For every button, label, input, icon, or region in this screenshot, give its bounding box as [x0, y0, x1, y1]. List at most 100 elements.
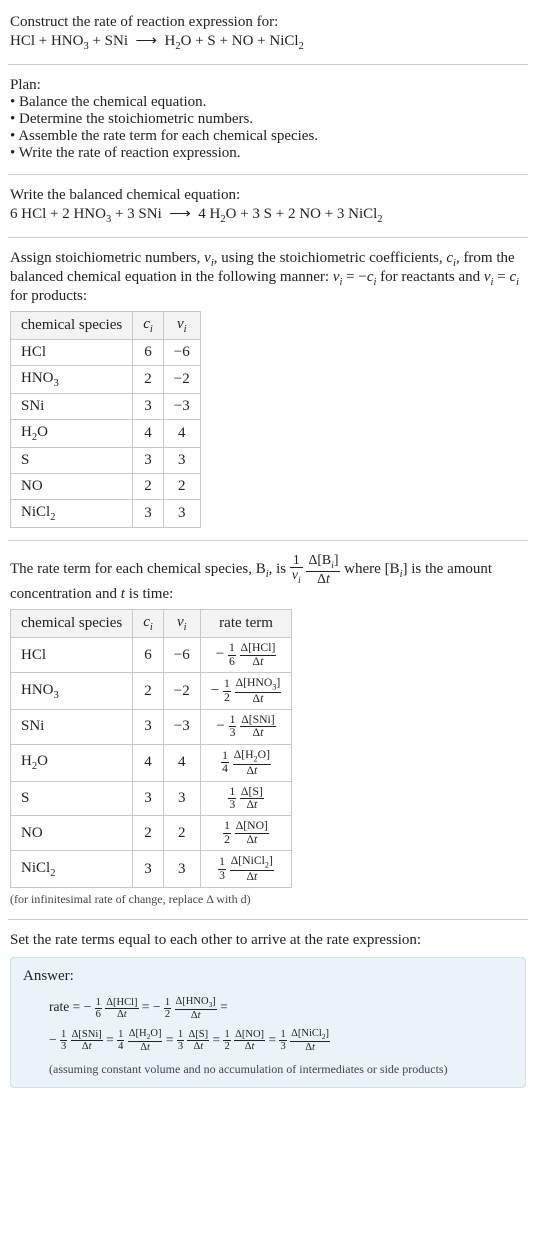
cell-ci: 4 [133, 420, 164, 448]
cell-species: HNO3 [11, 672, 133, 709]
plan-list: Balance the chemical equation. Determine… [10, 94, 526, 162]
table-row: NO 2 2 12 Δ[NO]Δt [11, 816, 292, 851]
table-row: H2O 4 4 14 Δ[H2O]Δt [11, 744, 292, 781]
cell-vi: 3 [163, 448, 200, 474]
answer-box: Answer: rate = − 16 Δ[HCl]Δt = − 12 Δ[HN… [10, 957, 526, 1088]
separator [8, 540, 528, 541]
balanced-label: Write the balanced chemical equation: [10, 187, 526, 204]
table-row: SNi 3 −3 [11, 394, 201, 420]
col-species: chemical species [11, 312, 133, 340]
cell-ci: 2 [133, 672, 164, 709]
stoich-table-body: HCl 6 −6 HNO3 2 −2 SNi 3 −3 H2O 4 4 S [11, 340, 201, 528]
cell-ci: 3 [133, 448, 164, 474]
rate-term-table: chemical species ci νi rate term HCl 6 −… [10, 609, 292, 888]
table-row: HCl 6 −6 [11, 340, 201, 366]
cell-vi: −6 [163, 638, 200, 673]
cell-vi: 3 [163, 851, 200, 888]
rate-table-body: HCl 6 −6 − 16 Δ[HCl]Δt HNO3 2 −2 − 12 Δ[… [11, 638, 292, 888]
cell-rate-term: 13 Δ[S]Δt [200, 781, 292, 816]
cell-ci: 3 [133, 710, 164, 745]
assign-text: Assign stoichiometric numbers, νi, using… [10, 250, 526, 305]
plan-label: Plan: [10, 77, 526, 94]
cell-species: NiCl2 [11, 851, 133, 888]
rate-table-footnote: (for infinitesimal rate of change, repla… [10, 892, 526, 907]
plan-item: Determine the stoichiometric numbers. [10, 111, 526, 128]
cell-vi: −3 [163, 710, 200, 745]
cell-ci: 3 [133, 851, 164, 888]
balanced-section: Write the balanced chemical equation: 6 … [8, 179, 528, 233]
set-equal-text: Set the rate terms equal to each other t… [10, 932, 526, 949]
cell-vi: 4 [163, 420, 200, 448]
cell-species: SNi [11, 394, 133, 420]
cell-vi: −6 [163, 340, 200, 366]
balanced-equation: 6 HCl + 2 HNO3 + 3 SNi ⟶ 4 H2O + 3 S + 2… [10, 204, 526, 225]
cell-rate-term: − 16 Δ[HCl]Δt [200, 638, 292, 673]
plan-item: Write the rate of reaction expression. [10, 145, 526, 162]
cell-species: SNi [11, 710, 133, 745]
rate-term-section: The rate term for each chemical species,… [8, 545, 528, 915]
cell-vi: 4 [163, 744, 200, 781]
cell-species: H2O [11, 744, 133, 781]
document-root: Construct the rate of reaction expressio… [0, 0, 536, 1106]
cell-species: HNO3 [11, 366, 133, 394]
plan-section: Plan: Balance the chemical equation. Det… [8, 69, 528, 170]
cell-species: NiCl2 [11, 500, 133, 528]
cell-vi: −3 [163, 394, 200, 420]
plan-item: Assemble the rate term for each chemical… [10, 128, 526, 145]
prompt-section: Construct the rate of reaction expressio… [8, 6, 528, 60]
separator [8, 174, 528, 175]
col-species: chemical species [11, 610, 133, 638]
rate-intro: The rate term for each chemical species,… [10, 553, 526, 603]
cell-species: HCl [11, 340, 133, 366]
cell-vi: −2 [163, 672, 200, 709]
table-row: HCl 6 −6 − 16 Δ[HCl]Δt [11, 638, 292, 673]
cell-ci: 2 [133, 474, 164, 500]
cell-species: S [11, 448, 133, 474]
cell-rate-term: − 12 Δ[HNO3]Δt [200, 672, 292, 709]
cell-rate-term: − 13 Δ[SNi]Δt [200, 710, 292, 745]
cell-species: NO [11, 474, 133, 500]
table-row: HNO3 2 −2 [11, 366, 201, 394]
cell-ci: 6 [133, 340, 164, 366]
answer-label: Answer: [23, 968, 513, 985]
cell-ci: 3 [133, 781, 164, 816]
set-equal-section: Set the rate terms equal to each other t… [8, 924, 528, 1096]
stoich-table: chemical species ci νi HCl 6 −6 HNO3 2 −… [10, 311, 201, 528]
cell-ci: 2 [133, 816, 164, 851]
cell-vi: 2 [163, 816, 200, 851]
cell-rate-term: 12 Δ[NO]Δt [200, 816, 292, 851]
table-row: S 3 3 13 Δ[S]Δt [11, 781, 292, 816]
cell-ci: 4 [133, 744, 164, 781]
answer-assumption: (assuming constant volume and no accumul… [49, 1062, 513, 1077]
separator [8, 919, 528, 920]
cell-species: H2O [11, 420, 133, 448]
assign-section: Assign stoichiometric numbers, νi, using… [8, 242, 528, 536]
separator [8, 237, 528, 238]
table-row: SNi 3 −3 − 13 Δ[SNi]Δt [11, 710, 292, 745]
cell-vi: 3 [163, 500, 200, 528]
separator [8, 64, 528, 65]
cell-species: NO [11, 816, 133, 851]
col-vi: νi [163, 610, 200, 638]
prompt-equation: HCl + HNO3 + SNi ⟶ H2O + S + NO + NiCl2 [10, 31, 526, 52]
cell-species: HCl [11, 638, 133, 673]
table-row: S 3 3 [11, 448, 201, 474]
col-ci: ci [133, 610, 164, 638]
cell-ci: 2 [133, 366, 164, 394]
cell-species: S [11, 781, 133, 816]
col-ci: ci [133, 312, 164, 340]
rate-intro-before: The rate term for each chemical species,… [10, 561, 290, 577]
cell-ci: 3 [133, 394, 164, 420]
cell-ci: 3 [133, 500, 164, 528]
cell-vi: 2 [163, 474, 200, 500]
cell-vi: −2 [163, 366, 200, 394]
col-vi: νi [163, 312, 200, 340]
cell-ci: 6 [133, 638, 164, 673]
answer-expression: rate = − 16 Δ[HCl]Δt = − 12 Δ[HNO3]Δt = … [49, 991, 513, 1056]
table-row: H2O 4 4 [11, 420, 201, 448]
prompt-title: Construct the rate of reaction expressio… [10, 14, 526, 31]
answer-line1: rate = − 16 Δ[HCl]Δt = − 12 Δ[HNO3]Δt = [49, 991, 513, 1023]
table-row: NiCl2 3 3 13 Δ[NiCl2]Δt [11, 851, 292, 888]
rate-intro-formula: 1νi Δ[Bi]Δt [290, 561, 341, 577]
table-row: NO 2 2 [11, 474, 201, 500]
